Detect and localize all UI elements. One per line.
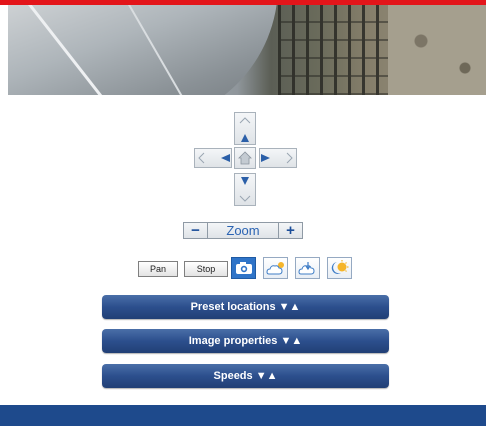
zoom-label: Zoom — [208, 222, 278, 239]
ir-auto-button[interactable] — [295, 257, 320, 279]
camera-icon — [235, 262, 252, 274]
home-position-button[interactable] — [234, 147, 256, 169]
arrow-right-icon — [261, 152, 293, 164]
moon-sun-icon — [331, 260, 348, 274]
snapshot-button[interactable] — [231, 257, 256, 279]
pan-up-button[interactable] — [234, 112, 256, 145]
night-mode-button[interactable] — [327, 257, 352, 279]
footer-bar — [0, 405, 486, 426]
pan-right-button[interactable] — [259, 148, 297, 168]
cloud-hand-icon — [297, 262, 315, 275]
ir-on-button[interactable] — [263, 257, 288, 279]
preset-locations-toggle[interactable]: Preset locations ▼▲ — [102, 295, 389, 319]
pan-button[interactable]: Pan — [138, 261, 178, 277]
arrow-down-icon — [239, 176, 251, 202]
camera-feed-image — [8, 5, 486, 95]
feed-ground — [388, 5, 486, 95]
feed-dome — [8, 5, 278, 95]
pan-left-button[interactable] — [194, 148, 232, 168]
arrow-up-icon — [239, 116, 251, 142]
zoom-control: − Zoom + — [183, 222, 303, 239]
image-properties-toggle[interactable]: Image properties ▼▲ — [102, 329, 389, 353]
zoom-in-button[interactable]: + — [278, 222, 303, 239]
pan-down-button[interactable] — [234, 173, 256, 206]
arrow-left-icon — [198, 152, 230, 164]
zoom-out-button[interactable]: − — [183, 222, 208, 239]
speeds-toggle[interactable]: Speeds ▼▲ — [102, 364, 389, 388]
stop-button[interactable]: Stop — [184, 261, 228, 277]
feed-fence — [278, 5, 388, 95]
cloud-sun-icon — [265, 262, 284, 275]
home-icon — [238, 151, 252, 165]
